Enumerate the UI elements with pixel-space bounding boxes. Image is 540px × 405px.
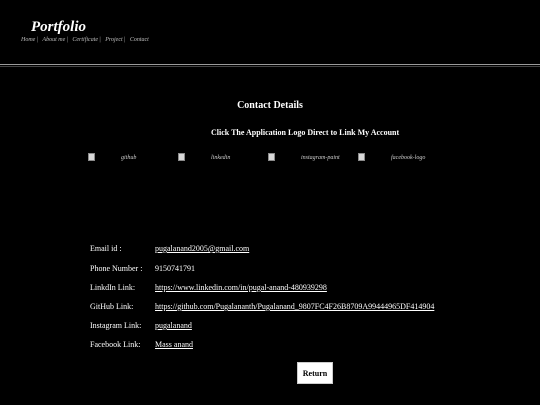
instagram-link[interactable]: pugalanand [155, 321, 192, 330]
linkedin-link[interactable]: https://www.linkedin.com/in/pugal-anand-… [155, 283, 327, 292]
github-link[interactable]: https://github.com/Pugalananth/Pugalanan… [155, 302, 434, 311]
nav-separator: | [36, 37, 38, 43]
logo-alt-text: facebook-logo [391, 155, 426, 162]
contact-row-facebook: Facebook Link: Mass anand [90, 340, 193, 349]
logo-alt-text: github [121, 155, 137, 162]
return-button[interactable]: Return [297, 362, 333, 384]
contact-row-email: Email id : pugalanand2005@gmail.com [90, 244, 249, 253]
nav-about-link[interactable]: About me [42, 37, 65, 43]
header-divider-shadow [0, 66, 540, 67]
contact-label: Facebook Link: [90, 340, 141, 349]
nav-project-link[interactable]: Project [105, 37, 122, 43]
contact-label: GitHub Link: [90, 302, 134, 311]
facebook-logo-link[interactable]: facebook-logo [358, 153, 426, 162]
nav-home-link[interactable]: Home [21, 37, 35, 43]
logo-alt-text: linkedin [211, 155, 231, 162]
phone-number: 9150741791 [155, 264, 195, 273]
top-nav: Home| About me| Certificate| Project| Co… [21, 37, 149, 43]
broken-image-icon [358, 153, 365, 161]
facebook-link[interactable]: Mass anand [155, 340, 193, 349]
contact-label: Email id : [90, 244, 122, 253]
logo-alt-text: instagram-paint [301, 155, 340, 162]
linkedin-logo-link[interactable]: linkedin [178, 153, 231, 162]
email-link[interactable]: pugalanand2005@gmail.com [155, 244, 249, 253]
contact-label: Instagram Link: [90, 321, 142, 330]
contact-row-github: GitHub Link: https://github.com/Pugalanan… [90, 302, 434, 311]
nav-separator: | [99, 37, 101, 43]
instagram-logo-link[interactable]: instagram-paint [268, 153, 340, 162]
nav-separator: | [123, 37, 126, 43]
nav-certificate-link[interactable]: Certificate [72, 37, 98, 43]
header-divider [0, 64, 540, 65]
contact-row-phone: Phone Number : 9150741791 [90, 264, 195, 273]
broken-image-icon [268, 153, 275, 161]
contact-row-instagram: Instagram Link: pugalanand [90, 321, 192, 330]
broken-image-icon [88, 153, 95, 161]
contact-label: LinkdIn Link: [90, 283, 136, 292]
broken-image-icon [178, 153, 185, 161]
site-brand: Portfolio [31, 19, 86, 35]
nav-separator: | [66, 37, 68, 43]
page-title: Contact Details [237, 100, 303, 111]
github-logo-link[interactable]: github [88, 153, 137, 162]
logo-instructions: Click The Application Logo Direct to Lin… [211, 128, 400, 137]
nav-contact-link[interactable]: Contact [130, 37, 149, 43]
contact-label: Phone Number : [90, 264, 143, 273]
contact-row-linkedin: LinkdIn Link: https://www.linkedin.com/in… [90, 283, 327, 292]
